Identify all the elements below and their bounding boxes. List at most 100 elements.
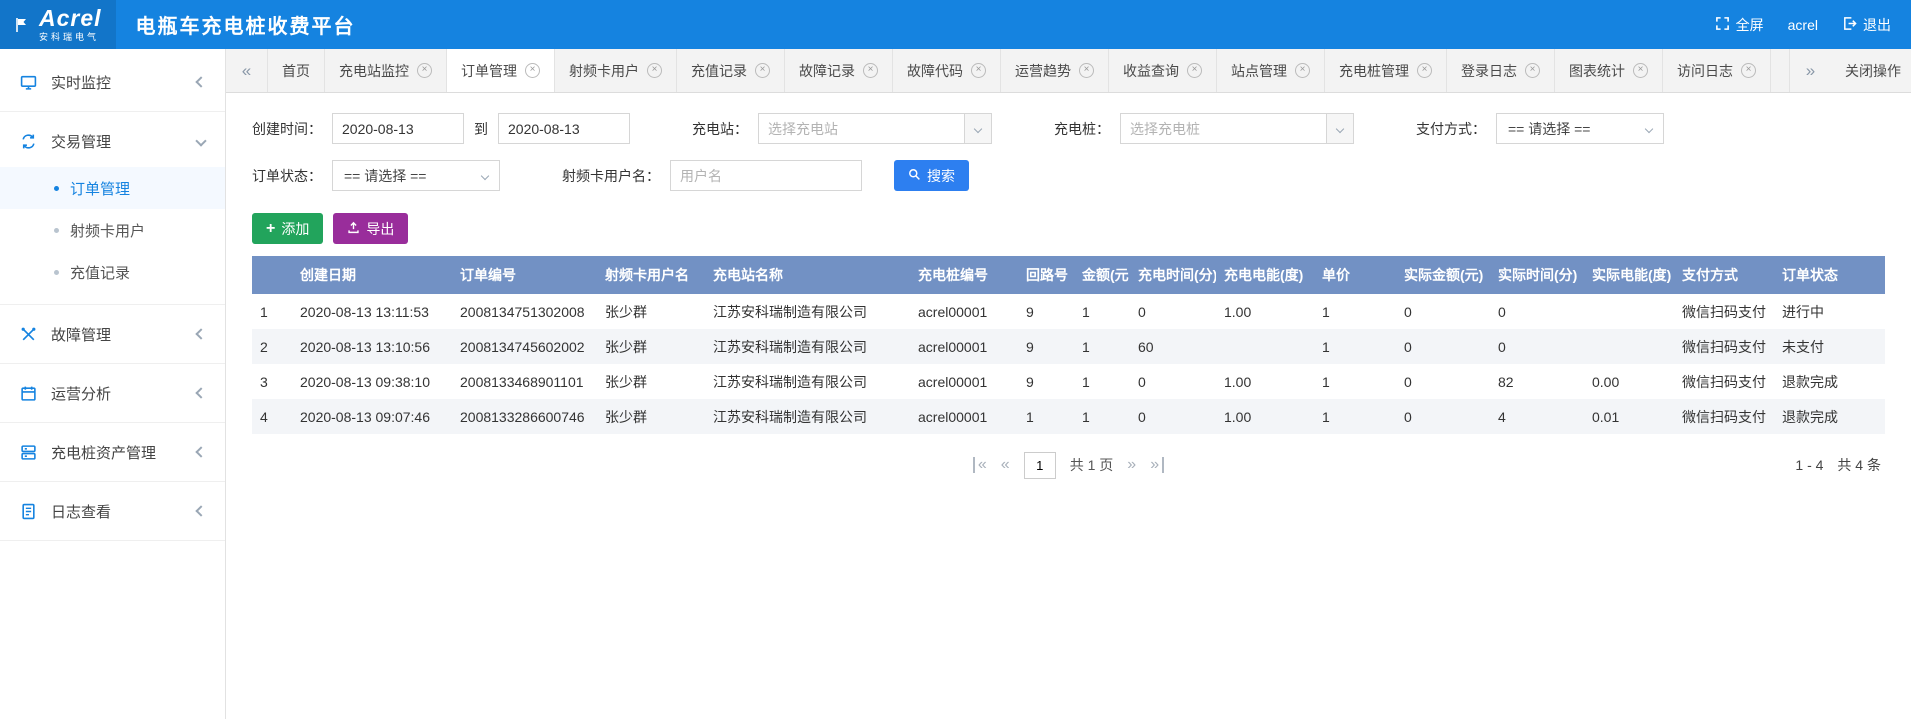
date-to-input[interactable] (498, 113, 630, 144)
fullscreen-button[interactable]: 全屏 (1715, 15, 1764, 35)
cell-pile-no: acrel00001 (910, 329, 1018, 364)
cell-rfid-user: 张少群 (597, 399, 705, 434)
tab-rfid-card-users[interactable]: 射频卡用户 × (555, 49, 677, 92)
close-tabs-menu[interactable]: 关闭操作 (1831, 49, 1911, 92)
prev-page-button[interactable]: « (1001, 457, 1010, 473)
next-page-button[interactable]: » (1127, 457, 1136, 473)
last-page-button[interactable]: » (1150, 457, 1164, 473)
cell-rfid-user: 张少群 (597, 364, 705, 399)
tab-recharge-records[interactable]: 充值记录 × (677, 49, 785, 92)
tab-login-log[interactable]: 登录日志 × (1447, 49, 1555, 92)
flag-icon (14, 16, 32, 34)
sidebar-item-transaction-management[interactable]: 交易管理 (0, 115, 225, 167)
tab-label: 登录日志 (1461, 61, 1517, 81)
tab-label: 充电桩管理 (1339, 61, 1409, 81)
close-icon[interactable]: × (1525, 63, 1540, 78)
bullet-icon (54, 228, 59, 233)
chevron-left-icon (195, 505, 206, 516)
tab-station-monitor[interactable]: 充电站监控 × (325, 49, 447, 92)
table-row[interactable]: 2 2020-08-13 13:10:56 2008134745602002 张… (252, 329, 1885, 364)
calendar-icon (20, 385, 38, 402)
cell-charge-time: 60 (1130, 329, 1216, 364)
chevron-down-icon[interactable] (1326, 114, 1353, 143)
tab-fault-records[interactable]: 故障记录 × (785, 49, 893, 92)
close-icon[interactable]: × (863, 63, 878, 78)
chevron-down-icon[interactable] (964, 114, 991, 143)
tab-home[interactable]: 首页 (268, 49, 325, 92)
sidebar-item-fault-management[interactable]: 故障管理 (0, 308, 225, 360)
tab-access-log[interactable]: 访问日志 × (1663, 49, 1771, 92)
tab-label: 射频卡用户 (569, 61, 639, 81)
station-combo (758, 113, 992, 144)
page-number-input[interactable] (1024, 452, 1056, 479)
station-input[interactable] (759, 114, 964, 143)
col-pile-no: 充电桩编号 (910, 256, 1018, 294)
cell-pile-no: acrel00001 (910, 364, 1018, 399)
tab-label: 首页 (282, 61, 310, 81)
table-header-row: 创建日期 订单编号 射频卡用户名 充电站名称 充电桩编号 回路号 金额(元 充电… (252, 256, 1885, 294)
close-icon[interactable]: × (1741, 63, 1756, 78)
close-icon[interactable]: × (1633, 63, 1648, 78)
cell-actual-time: 82 (1490, 364, 1584, 399)
sidebar-subitem-order-management[interactable]: 订单管理 (0, 167, 225, 209)
cell-pile-no: acrel00001 (910, 294, 1018, 329)
cell-index: 3 (252, 364, 292, 399)
sidebar-subitem-recharge-records[interactable]: 充值记录 (0, 251, 225, 293)
add-button[interactable]: + 添加 (252, 213, 323, 244)
close-icon[interactable]: × (1187, 63, 1202, 78)
tab-order-management[interactable]: 订单管理 × (447, 49, 555, 92)
search-button[interactable]: 搜索 (894, 160, 969, 191)
sidebar-item-log-view[interactable]: 日志查看 (0, 485, 225, 537)
table-row[interactable]: 3 2020-08-13 09:38:10 2008133468901101 张… (252, 364, 1885, 399)
close-icon[interactable]: × (755, 63, 770, 78)
table-row[interactable]: 1 2020-08-13 13:11:53 2008134751302008 张… (252, 294, 1885, 329)
export-button[interactable]: 导出 (333, 213, 408, 244)
cell-actual-energy (1584, 294, 1674, 329)
sidebar-item-label: 故障管理 (51, 324, 184, 345)
tabs-scroll-left-button[interactable]: « (226, 49, 268, 92)
cell-unit-price: 1 (1314, 329, 1396, 364)
rfid-username-input[interactable] (670, 160, 862, 191)
sidebar-item-label: 充电桩资产管理 (51, 442, 184, 463)
close-icon[interactable]: × (417, 63, 432, 78)
cell-amount: 1 (1074, 399, 1130, 434)
tab-charger-management[interactable]: 充电桩管理 × (1325, 49, 1447, 92)
cell-actual-time: 0 (1490, 329, 1584, 364)
cell-actual-amount: 0 (1396, 329, 1490, 364)
cell-loop-no: 1 (1018, 399, 1074, 434)
close-icon[interactable]: × (1417, 63, 1432, 78)
table-row[interactable]: 4 2020-08-13 09:07:46 2008133286600746 张… (252, 399, 1885, 434)
tab-revenue-query[interactable]: 收益查询 × (1109, 49, 1217, 92)
col-rfid-user: 射频卡用户名 (597, 256, 705, 294)
date-from-input[interactable] (332, 113, 464, 144)
close-icon[interactable]: × (1295, 63, 1310, 78)
total-pages-label: 共 1 页 (1070, 455, 1114, 475)
cell-charge-time: 0 (1130, 294, 1216, 329)
order-status-label: 订单状态： (252, 166, 322, 186)
cell-station-name: 江苏安科瑞制造有限公司 (705, 294, 910, 329)
tab-label: 故障记录 (799, 61, 855, 81)
pay-method-select[interactable]: == 请选择 == (1496, 113, 1664, 144)
sidebar-subitem-label: 充值记录 (70, 262, 130, 283)
close-icon[interactable]: × (525, 63, 540, 78)
logout-button[interactable]: 退出 (1842, 15, 1891, 35)
cell-order-no: 2008133286600746 (452, 399, 597, 434)
order-status-select[interactable]: == 请选择 == (332, 160, 500, 191)
user-menu[interactable]: acrel (1788, 17, 1818, 33)
tab-site-management[interactable]: 站点管理 × (1217, 49, 1325, 92)
sidebar-subitem-rfid-card-users[interactable]: 射频卡用户 (0, 209, 225, 251)
close-icon[interactable]: × (647, 63, 662, 78)
tabs-scroll-right-button[interactable]: » (1789, 49, 1831, 92)
tab-fault-codes[interactable]: 故障代码 × (893, 49, 1001, 92)
close-icon[interactable]: × (971, 63, 986, 78)
close-icon[interactable]: × (1079, 63, 1094, 78)
sidebar-item-operation-analysis[interactable]: 运营分析 (0, 367, 225, 419)
pile-input[interactable] (1121, 114, 1326, 143)
cell-actual-amount: 0 (1396, 364, 1490, 399)
tab-operation-trend[interactable]: 运营趋势 × (1001, 49, 1109, 92)
cell-unit-price: 1 (1314, 399, 1396, 434)
sidebar-item-realtime-monitoring[interactable]: 实时监控 (0, 56, 225, 108)
sidebar-item-charger-asset-management[interactable]: 充电桩资产管理 (0, 426, 225, 478)
first-page-button[interactable]: « (973, 457, 987, 473)
tab-chart-statistics[interactable]: 图表统计 × (1555, 49, 1663, 92)
